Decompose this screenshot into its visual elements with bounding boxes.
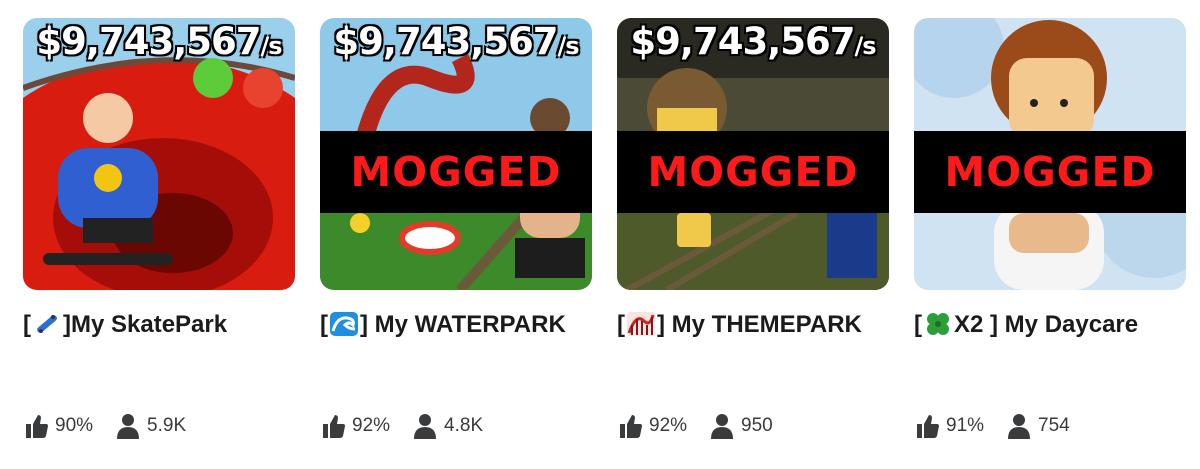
four-leaf-clover-icon [923, 311, 953, 337]
game-stats: 92% 4.8K [320, 410, 592, 442]
game-thumbnail[interactable]: MOGGED [914, 18, 1186, 290]
title-text: ] My WATERPARK [360, 311, 566, 338]
like-ratio: 92% [320, 412, 390, 440]
title-prefix: [ [23, 311, 31, 338]
game-stats: 90% 5.9K [23, 410, 295, 442]
person-icon [1008, 414, 1031, 439]
mogged-label: MOGGED [350, 148, 562, 196]
game-title[interactable]: [ ]My SkatePark [23, 306, 295, 344]
title-prefix: [ [320, 311, 328, 338]
person-icon [414, 414, 437, 439]
game-title[interactable]: [ ] My WATERPARK [320, 306, 592, 344]
title-text: ] My THEMEPARK [657, 311, 862, 338]
mogged-banner: MOGGED [617, 131, 889, 213]
mogged-banner: MOGGED [914, 131, 1186, 213]
like-percentage: 91% [946, 415, 985, 436]
like-percentage: 90% [55, 415, 94, 436]
title-text: X2 ] My Daycare [954, 311, 1139, 338]
thumbs-up-icon [323, 415, 345, 438]
game-thumbnail[interactable]: $9,743,567/s [23, 18, 295, 290]
player-count-value: 4.8K [444, 415, 484, 436]
thumbs-up-icon [917, 415, 939, 438]
thumbs-up-icon [26, 415, 48, 438]
earnings-value: $9,743,567 [36, 20, 261, 63]
person-icon [711, 414, 734, 439]
player-count-value: 950 [741, 415, 773, 436]
game-grid: $9,743,567/s [ ]My SkatePark 90% 5.9K $9,… [0, 0, 1200, 469]
earnings-rate-label: $9,743,567/s [320, 20, 592, 63]
game-title[interactable]: [ X2 ] My Daycare [914, 306, 1186, 344]
wave-icon [329, 311, 359, 337]
game-stats: 91% 754 [914, 410, 1186, 442]
skateboard-icon [32, 311, 62, 337]
person-icon [117, 414, 140, 439]
title-prefix: [ [617, 311, 625, 338]
like-percentage: 92% [649, 415, 688, 436]
game-thumbnail[interactable]: $9,743,567/s MOGGED [617, 18, 889, 290]
player-count: 950 [709, 412, 773, 440]
title-text: ]My SkatePark [63, 311, 228, 338]
earnings-unit: /s [260, 32, 283, 60]
earnings-value: $9,743,567 [333, 20, 558, 63]
like-ratio: 90% [23, 412, 93, 440]
earnings-value: $9,743,567 [630, 20, 855, 63]
game-thumbnail[interactable]: $9,743,567/s MOGGED [320, 18, 592, 290]
mogged-banner: MOGGED [320, 131, 592, 213]
rollercoaster-icon [626, 311, 656, 337]
title-prefix: [ [914, 311, 922, 338]
player-count: 754 [1006, 412, 1070, 440]
like-ratio: 92% [617, 412, 687, 440]
thumbs-up-icon [620, 415, 642, 438]
player-count: 5.9K [115, 412, 186, 440]
game-card-skatepark[interactable]: $9,743,567/s [ ]My SkatePark 90% 5.9K [23, 0, 295, 469]
earnings-rate-label: $9,743,567/s [23, 20, 295, 63]
mogged-label: MOGGED [944, 148, 1156, 196]
earnings-unit: /s [854, 32, 877, 60]
game-card-waterpark[interactable]: $9,743,567/s MOGGED [ ] My WATERPARK 92% … [320, 0, 592, 469]
player-count-value: 5.9K [147, 415, 187, 436]
game-card-daycare[interactable]: MOGGED [ X2 ] My Daycare 91% 754 [914, 0, 1186, 469]
earnings-rate-label: $9,743,567/s [617, 20, 889, 63]
game-title[interactable]: [ ] My THEMEPARK [617, 306, 889, 344]
earnings-unit: /s [557, 32, 580, 60]
game-stats: 92% 950 [617, 410, 889, 442]
mogged-label: MOGGED [647, 148, 859, 196]
like-percentage: 92% [352, 415, 391, 436]
player-count: 4.8K [412, 412, 483, 440]
game-card-themepark[interactable]: $9,743,567/s MOGGED [ ] My THEMEPARK 92% … [617, 0, 889, 469]
like-ratio: 91% [914, 412, 984, 440]
player-count-value: 754 [1038, 415, 1070, 436]
